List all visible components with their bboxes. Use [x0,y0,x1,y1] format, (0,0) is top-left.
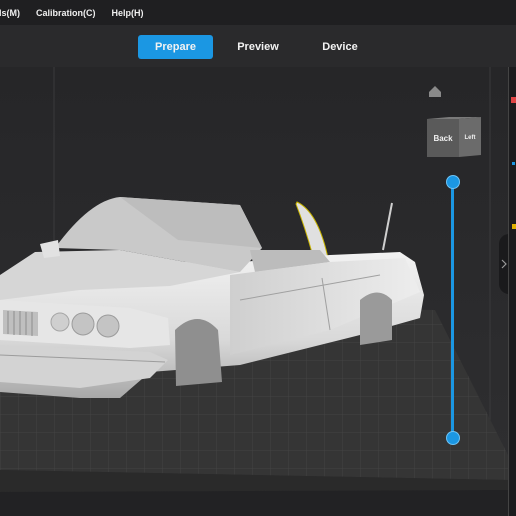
panel-marker-yellow [512,224,516,229]
right-settings-panel [508,67,516,516]
main-toolbar: Prepare Preview Device [0,25,516,67]
layer-slider-upper-handle[interactable] [446,175,460,189]
menu-item-help[interactable]: Help(H) [112,8,144,18]
tab-device[interactable]: Device [308,35,372,59]
layer-slider-track[interactable] [451,181,454,438]
menu-item-models[interactable]: els(M) [0,8,20,18]
panel-marker-red [511,97,516,103]
tab-preview[interactable]: Preview [225,35,291,59]
panel-marker-blue [512,162,515,165]
menu-item-calibration[interactable]: Calibration(C) [36,8,96,18]
viewcube-back-face[interactable]: Back [427,119,459,157]
menu-bar: els(M) Calibration(C) Help(H) [0,0,516,25]
layer-slider-lower-handle[interactable] [446,431,460,445]
tab-prepare[interactable]: Prepare [138,35,213,59]
viewcube-left-face[interactable]: Left [459,119,481,157]
